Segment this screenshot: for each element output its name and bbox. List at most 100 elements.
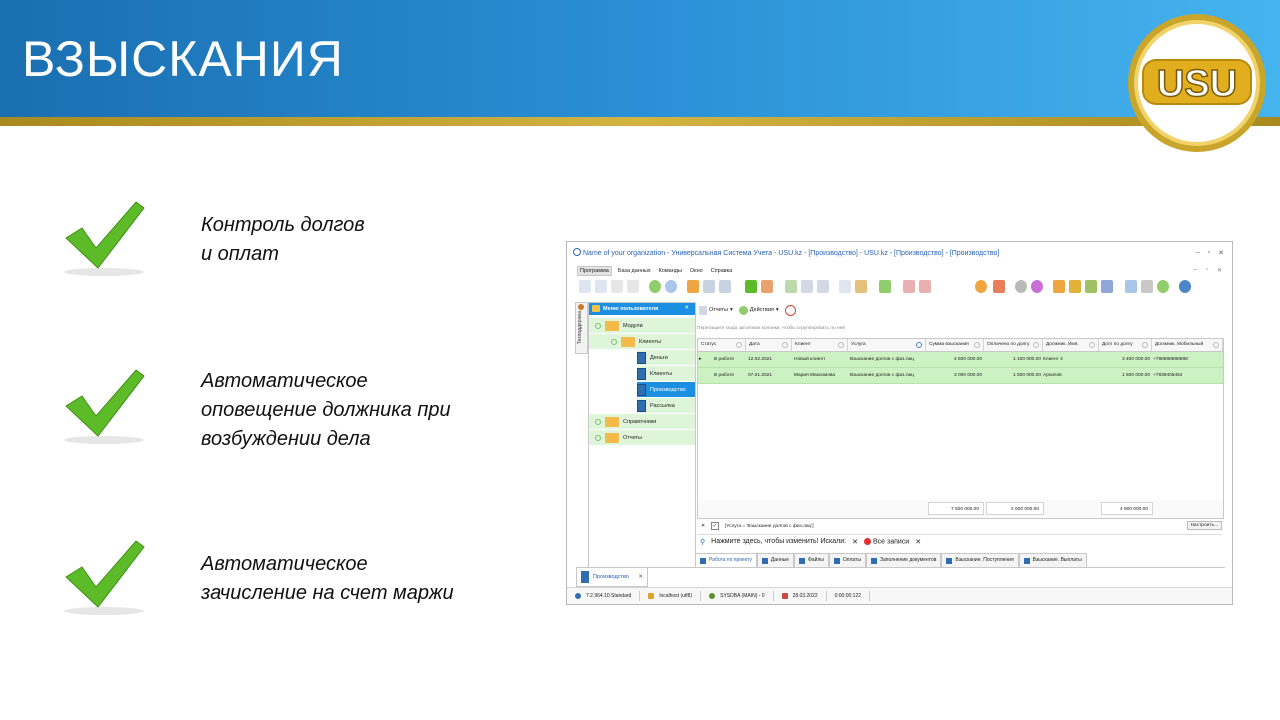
expander-icon[interactable] — [595, 322, 601, 329]
tree-collapse-icon[interactable] — [817, 280, 829, 293]
menu-program[interactable]: Программа — [577, 266, 612, 276]
rss-icon[interactable] — [1053, 280, 1065, 293]
column-header[interactable]: Услуга — [848, 339, 926, 351]
expander-icon[interactable] — [611, 338, 617, 345]
lock-icon[interactable] — [1069, 280, 1081, 293]
column-header[interactable]: Клиент — [792, 339, 848, 351]
configure-filter-button[interactable]: Настроить... — [1186, 521, 1222, 530]
menu-window[interactable]: Окно — [688, 267, 705, 275]
filter-edit-icon[interactable] — [703, 280, 715, 293]
flag-icon[interactable] — [745, 280, 757, 293]
actions-label: Действия — [749, 307, 774, 313]
edit-icon[interactable] — [611, 280, 623, 293]
cell-amount: 4 500 000.00 — [953, 357, 982, 362]
actions-button[interactable]: Действия ▾ — [738, 305, 779, 315]
tree-item-label: Рассылка — [650, 402, 675, 409]
app-icon — [573, 248, 581, 256]
delete-icon[interactable] — [627, 280, 639, 293]
column-header[interactable]: Должник. Мобильный — [1152, 339, 1223, 351]
bullet-margin-crediting: Автоматическое зачисление на счет маржи — [201, 553, 454, 604]
tab-project-work[interactable]: Работа по проекту — [695, 553, 757, 567]
usu-logo: USU — [1128, 14, 1266, 152]
column-header[interactable]: Статус — [698, 339, 746, 351]
info-icon[interactable] — [1179, 280, 1191, 293]
calendar-icon — [781, 593, 788, 599]
plugin-icon[interactable] — [1101, 280, 1113, 293]
tree-item-clients[interactable]: Клиенты — [589, 334, 695, 349]
support-strip[interactable]: Техподдержка — [575, 302, 588, 354]
all-records-chip[interactable]: Все записи — [863, 537, 909, 545]
tree-icon[interactable] — [801, 280, 813, 293]
tab-collection-payouts[interactable]: Взыскание. Выплаты — [1018, 553, 1087, 567]
mdi-restore-icon[interactable]: ▫ — [1206, 267, 1208, 274]
close-icon[interactable]: ✕ — [684, 305, 689, 311]
tab-data[interactable]: Данные — [756, 553, 794, 567]
expander-icon[interactable] — [595, 418, 601, 425]
menu-help[interactable]: Справка — [709, 267, 735, 275]
location-icon[interactable] — [975, 280, 987, 293]
tab-payments[interactable]: Оплаты — [828, 553, 866, 567]
column-header[interactable]: Сумма взыскания — [926, 339, 984, 351]
filter-icon[interactable] — [687, 280, 699, 293]
column-header[interactable]: Долг по долгу — [1099, 339, 1152, 351]
forward-icon[interactable] — [1157, 280, 1169, 293]
tree-item-modules[interactable]: Модули — [589, 318, 695, 333]
refresh-icon[interactable] — [649, 280, 661, 293]
add-column-icon[interactable] — [839, 280, 851, 293]
column-header[interactable]: Должник. Имя. — [1043, 339, 1099, 351]
tree-item-reports[interactable]: Отчеты — [589, 430, 695, 445]
tree-item-production[interactable]: Производство — [637, 382, 695, 397]
expander-icon[interactable] — [595, 434, 601, 441]
tree-item-money[interactable]: Деньги — [637, 350, 695, 365]
tree-item-clients-module[interactable]: Клиенты — [637, 366, 695, 381]
close-icon[interactable]: ✕ — [1218, 249, 1224, 257]
maximize-icon[interactable]: ▫ — [1208, 249, 1210, 257]
search-prompt[interactable]: Нажмите здесь, чтобы изменить! Искали: — [711, 538, 846, 545]
settings-filter-icon[interactable] — [719, 280, 731, 293]
filter-checkbox[interactable]: ✓ — [711, 522, 720, 530]
download-icon[interactable] — [879, 280, 891, 293]
tree-item-mailing[interactable]: Рассылка — [637, 398, 695, 413]
gear-icon[interactable] — [1015, 280, 1027, 293]
copy-icon[interactable] — [595, 280, 607, 293]
print-icon[interactable] — [1141, 280, 1153, 293]
clear-search-icon[interactable]: ✕ — [852, 538, 858, 546]
calendar-icon[interactable] — [993, 280, 1005, 293]
tab-collection-receipts[interactable]: Взыскание. Поступления — [941, 553, 1019, 567]
search-bar[interactable]: ⚲ Нажмите здесь, чтобы изменить! Искали:… — [697, 534, 1222, 548]
mdi-close-icon[interactable]: ✕ — [1217, 267, 1222, 274]
tab-documents[interactable]: Заполнение документов — [865, 553, 942, 567]
clear-all-records-icon[interactable]: ✕ — [915, 538, 921, 546]
table-row[interactable]: В работе 07.01.2021 Мария Максимова Взыс… — [698, 368, 1223, 384]
reports-button[interactable]: Отчеты ▾ — [699, 305, 733, 315]
image-icon[interactable] — [761, 280, 773, 293]
cancel-icon[interactable] — [903, 280, 915, 293]
main-toolbar — [579, 280, 1224, 296]
palette-icon[interactable] — [1031, 280, 1043, 293]
close-icon[interactable]: ✕ — [638, 574, 643, 580]
menu-database[interactable]: База данных — [616, 267, 653, 275]
cell-client: Новый клиент — [794, 357, 826, 362]
mdi-minimize-icon[interactable]: – — [1193, 267, 1196, 274]
column-header[interactable]: Дата — [746, 339, 792, 351]
new-icon[interactable] — [579, 280, 591, 293]
menu-commands[interactable]: Команды — [657, 267, 684, 275]
table-row[interactable]: ▸ В работе 12.02.2021 Новый клиент Взыск… — [698, 352, 1223, 368]
tree-item-directories[interactable]: Справочники — [589, 414, 695, 429]
users-icon[interactable] — [1085, 280, 1097, 293]
export-icon[interactable] — [855, 280, 867, 293]
minimize-icon[interactable]: – — [1196, 249, 1200, 257]
timer-button[interactable] — [784, 304, 796, 316]
table-icon[interactable] — [785, 280, 797, 293]
grid-icon[interactable] — [1125, 280, 1137, 293]
total-amount: 7 500 000.00 — [928, 502, 984, 515]
document-tab-production[interactable]: Производство ✕ — [576, 567, 648, 587]
cell-mobile: +788888888888 — [1153, 357, 1188, 362]
search-icon[interactable] — [665, 280, 677, 293]
clear-filter-icon[interactable]: ✕ — [701, 524, 705, 529]
actions-icon — [738, 305, 748, 315]
column-header[interactable]: Оплачено по долгу — [984, 339, 1043, 351]
close-all-icon[interactable] — [919, 280, 931, 293]
user-menu-title: Меню пользователя — [603, 306, 659, 312]
tab-files[interactable]: Файлы — [793, 553, 829, 567]
